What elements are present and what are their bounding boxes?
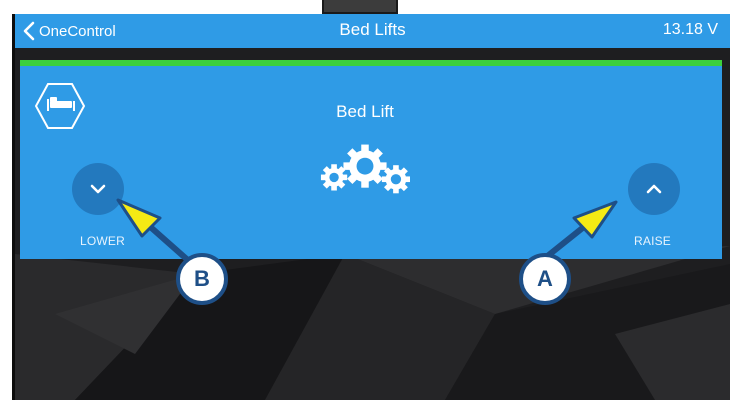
status-bar (20, 60, 722, 66)
card-title: Bed Lift (336, 102, 394, 121)
lower-button[interactable] (72, 163, 124, 215)
raise-label: RAISE (634, 234, 672, 248)
callout-b: B (176, 253, 228, 305)
voltage-readout: 13.18 V (662, 21, 718, 38)
top-nav-bar: OneControl Bed Lifts 13.18 V (15, 14, 730, 48)
raise-button[interactable] (628, 163, 680, 215)
top-tab-notch (322, 0, 398, 14)
chevron-up-icon (646, 184, 662, 194)
lower-label: LOWER (80, 234, 126, 248)
callout-a: A (519, 253, 571, 305)
chevron-down-icon (90, 184, 106, 194)
gears-icon (320, 144, 410, 194)
page-title: Bed Lifts (339, 20, 406, 39)
